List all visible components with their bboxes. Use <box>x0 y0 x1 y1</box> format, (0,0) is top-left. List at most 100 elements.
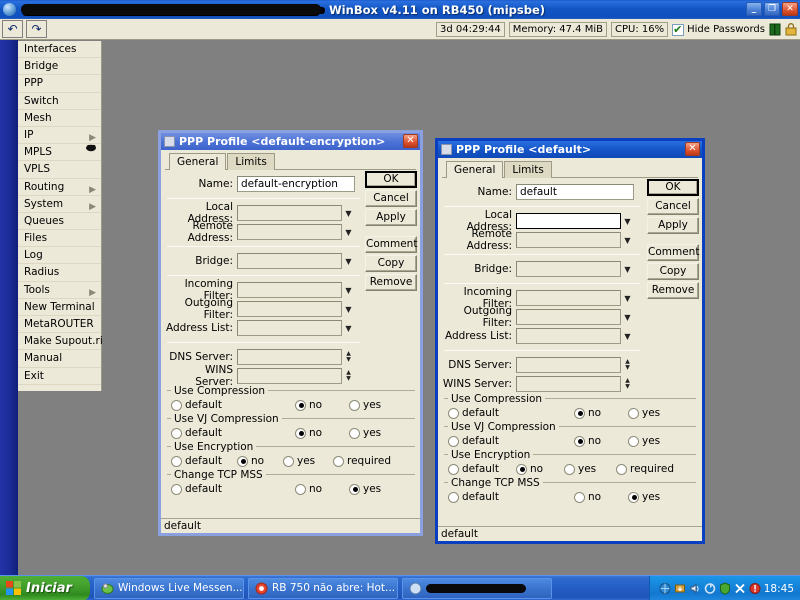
incoming-filter-input[interactable] <box>516 290 621 306</box>
radio-vj-no[interactable]: no <box>295 427 345 439</box>
radio-compression-no[interactable]: no <box>574 407 624 419</box>
redo-arrow-icon[interactable]: ↷ <box>26 20 47 38</box>
radio-mss-yes[interactable]: yes <box>349 483 381 495</box>
radio-encryption-default[interactable]: default <box>448 463 512 475</box>
sidebar-item-exit[interactable]: Exit <box>18 368 101 385</box>
volume-icon[interactable] <box>689 582 701 595</box>
chevron-down-icon[interactable]: ▼ <box>621 290 634 306</box>
hide-passwords-checkbox[interactable] <box>672 23 685 36</box>
spinner-icon[interactable]: ▲ ▼ <box>621 357 634 373</box>
chevron-down-icon[interactable]: ▼ <box>621 261 634 277</box>
radio-encryption-default[interactable]: default <box>171 455 233 467</box>
antivirus-icon[interactable] <box>719 582 731 595</box>
tab-limits[interactable]: Limits <box>504 161 552 178</box>
sidebar-item-interfaces[interactable]: Interfaces <box>18 41 101 59</box>
close-icon[interactable] <box>734 582 746 595</box>
chevron-down-icon[interactable]: ▼ <box>342 253 355 269</box>
bridge-input[interactable] <box>516 261 621 277</box>
ppp-profile-dialog-default-encryption[interactable]: PPP Profile <default-encryption> ✕ Gener… <box>158 130 423 536</box>
incoming-filter-input[interactable] <box>237 282 342 298</box>
sidebar-item-metarouter[interactable]: MetaROUTER <box>18 316 101 334</box>
outgoing-filter-input[interactable] <box>237 301 342 317</box>
chevron-down-icon[interactable]: ▼ <box>342 282 355 298</box>
sidebar-item-log[interactable]: Log <box>18 247 101 265</box>
radio-compression-no[interactable]: no <box>295 399 345 411</box>
remove-button[interactable]: Remove <box>365 274 417 291</box>
radio-encryption-required[interactable]: required <box>333 455 391 467</box>
radio-vj-yes[interactable]: yes <box>349 427 381 439</box>
name-input[interactable]: default <box>516 184 634 200</box>
sidebar-item-vpls[interactable]: VPLS <box>18 161 101 179</box>
dialog-titlebar[interactable]: PPP Profile <default> ✕ <box>438 141 702 158</box>
sidebar-item-switch[interactable]: Switch <box>18 93 101 110</box>
sidebar-item-system[interactable]: System ▶ <box>18 196 101 213</box>
remote-address-input[interactable] <box>237 224 342 240</box>
radio-compression-yes[interactable]: yes <box>349 399 381 411</box>
chevron-down-icon[interactable]: ▼ <box>342 205 355 221</box>
chevron-down-icon[interactable]: ▼ <box>621 328 634 344</box>
dialog-titlebar[interactable]: PPP Profile <default-encryption> ✕ <box>161 133 420 150</box>
chevron-down-icon[interactable]: ▼ <box>621 213 634 229</box>
dialog-close-button[interactable]: ✕ <box>403 134 418 148</box>
sidebar-item-tools[interactable]: Tools ▶ <box>18 282 101 299</box>
radio-vj-yes[interactable]: yes <box>628 435 660 447</box>
radio-compression-yes[interactable]: yes <box>628 407 660 419</box>
restore-button[interactable]: ❐ <box>764 2 780 16</box>
sidebar-item-new-terminal[interactable]: New Terminal <box>18 299 101 316</box>
sidebar-item-make-supout[interactable]: Make Supout.rif <box>18 333 106 351</box>
spinner-icon[interactable]: ▲ ▼ <box>621 376 634 392</box>
sidebar-item-ppp[interactable]: PPP <box>18 75 101 93</box>
taskbar-item-winbox[interactable] <box>402 577 552 599</box>
copy-button[interactable]: Copy <box>365 255 417 272</box>
wins-server-input[interactable] <box>516 376 621 392</box>
sidebar-item-routing[interactable]: Routing ▶ <box>18 179 101 196</box>
tray-clock[interactable]: 18:45 <box>764 583 794 595</box>
remove-button[interactable]: Remove <box>647 282 699 299</box>
undo-arrow-icon[interactable]: ↶ <box>2 20 23 38</box>
shield-icon[interactable] <box>749 582 761 595</box>
sidebar-item-radius[interactable]: Radius <box>18 264 101 282</box>
dns-server-input[interactable] <box>516 357 621 373</box>
cancel-button[interactable]: Cancel <box>365 190 417 207</box>
sidebar-item-mesh[interactable]: Mesh <box>18 110 101 127</box>
spinner-icon[interactable]: ▲ ▼ <box>342 368 355 384</box>
radio-compression-default[interactable]: default <box>171 399 291 411</box>
ok-button[interactable]: OK <box>365 171 417 188</box>
sidebar-item-manual[interactable]: Manual <box>18 350 101 368</box>
local-address-input[interactable] <box>516 213 621 229</box>
close-button[interactable]: ✕ <box>782 2 798 16</box>
start-button[interactable]: Iniciar <box>0 575 90 600</box>
network-icon[interactable] <box>659 582 671 595</box>
copy-button[interactable]: Copy <box>647 263 699 280</box>
bridge-input[interactable] <box>237 253 342 269</box>
radio-mss-default[interactable]: default <box>171 483 291 495</box>
radio-mss-default[interactable]: default <box>448 491 570 503</box>
chevron-down-icon[interactable]: ▼ <box>342 320 355 336</box>
radio-vj-default[interactable]: default <box>448 435 570 447</box>
tab-limits[interactable]: Limits <box>227 153 275 170</box>
chevron-down-icon[interactable]: ▼ <box>621 232 634 248</box>
comment-button[interactable]: Comment <box>647 244 699 261</box>
name-input[interactable]: default-encryption <box>237 176 355 192</box>
radio-mss-no[interactable]: no <box>574 491 624 503</box>
radio-vj-default[interactable]: default <box>171 427 291 439</box>
remote-address-input[interactable] <box>516 232 621 248</box>
lock-icon[interactable] <box>785 23 797 36</box>
dialog-close-button[interactable]: ✕ <box>685 142 700 156</box>
dns-server-input[interactable] <box>237 349 342 365</box>
taskbar-item-messenger[interactable]: Windows Live Messen... <box>94 577 244 599</box>
update-icon[interactable] <box>674 582 686 595</box>
comment-button[interactable]: Comment <box>365 236 417 253</box>
sidebar-item-bridge[interactable]: Bridge <box>18 58 101 76</box>
taskbar-item-browser[interactable]: RB 750 não abre: Hot... <box>248 577 398 599</box>
apply-button[interactable]: Apply <box>365 209 417 226</box>
radio-encryption-yes[interactable]: yes <box>564 463 612 475</box>
radio-mss-no[interactable]: no <box>295 483 345 495</box>
sidebar-item-queues[interactable]: Queues <box>18 213 101 231</box>
address-list-input[interactable] <box>516 328 621 344</box>
radio-mss-yes[interactable]: yes <box>628 491 660 503</box>
outgoing-filter-input[interactable] <box>516 309 621 325</box>
terminal-icon[interactable] <box>769 23 781 36</box>
local-address-input[interactable] <box>237 205 342 221</box>
ok-button[interactable]: OK <box>647 179 699 196</box>
